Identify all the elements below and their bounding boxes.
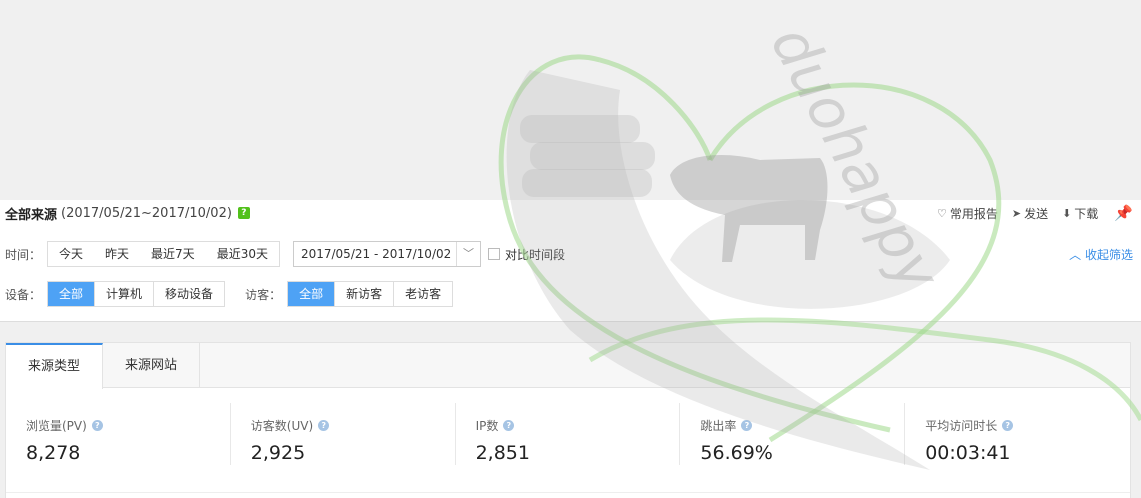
metric-pv: 浏览量(PV)? 8,278 xyxy=(6,403,231,465)
visitor-options: 全部 新访客 老访客 xyxy=(287,281,454,307)
metric-value: 8,278 xyxy=(26,442,81,464)
metric-value: 00:03:41 xyxy=(925,442,1011,464)
visitor-option-new[interactable]: 新访客 xyxy=(334,282,394,306)
title-row: 全部来源 (2017/05/21~2017/10/02) ? xyxy=(5,204,250,223)
filter-panel: 全部来源 (2017/05/21~2017/10/02) ? ♡ 常用报告 ➤ 发送… xyxy=(0,200,1141,322)
time-filter-row: 时间： 今天 昨天 最近7天 最近30天 2017/05/21 - 2017/1… xyxy=(5,241,565,267)
chevron-up-icon: ︿ xyxy=(1069,248,1082,262)
pin-icon[interactable]: 📌 xyxy=(1114,204,1133,222)
send-button[interactable]: ➤ 发送 xyxy=(1012,205,1048,222)
time-option-yesterday[interactable]: 昨天 xyxy=(94,242,141,266)
header-actions: ♡ 常用报告 ➤ 发送 ⬇ 下载 📌 xyxy=(923,204,1133,222)
device-option-all[interactable]: 全部 xyxy=(48,282,95,306)
main-panel: 来源类型 来源网站 浏览量(PV)? 8,278 访客数(UV)? 2,925 … xyxy=(5,342,1131,498)
download-button[interactable]: ⬇ 下载 xyxy=(1062,205,1098,222)
device-label: 设备： xyxy=(5,287,42,302)
help-icon[interactable]: ? xyxy=(741,420,753,431)
metrics-row: 浏览量(PV)? 8,278 访客数(UV)? 2,925 IP数? 2,851… xyxy=(6,403,1130,465)
visitor-option-all[interactable]: 全部 xyxy=(288,282,335,306)
metric-label: IP数 xyxy=(475,419,499,433)
send-icon: ➤ xyxy=(1011,206,1022,220)
device-visitor-row: 设备： 全部 计算机 移动设备 访客： 全部 新访客 老访客 xyxy=(5,281,454,307)
metric-bounce-rate: 跳出率? 56.69% xyxy=(680,403,906,465)
device-option-mobile[interactable]: 移动设备 xyxy=(153,282,225,306)
metric-value: 2,925 xyxy=(250,442,306,464)
help-icon[interactable]: ? xyxy=(503,420,515,431)
source-tabs: 来源类型 来源网站 xyxy=(6,343,1130,389)
help-icon[interactable]: ? xyxy=(237,207,250,219)
time-option-last30[interactable]: 最近30天 xyxy=(205,242,279,266)
download-icon: ⬇ xyxy=(1062,206,1072,220)
metric-label: 访客数(UV) xyxy=(250,419,314,433)
date-range-value: 2017/05/21 - 2017/10/02 xyxy=(300,247,452,261)
device-options: 全部 计算机 移动设备 xyxy=(47,281,226,307)
metric-label: 平均访问时长 xyxy=(925,419,998,433)
metric-label: 浏览量(PV) xyxy=(26,419,87,433)
time-option-today[interactable]: 今天 xyxy=(48,242,95,266)
divider xyxy=(6,492,1130,493)
collapse-filter-button[interactable]: ︿ 收起筛选 xyxy=(1069,246,1133,263)
help-icon[interactable]: ? xyxy=(318,420,330,431)
tab-source-type[interactable]: 来源类型 xyxy=(6,343,103,389)
device-option-computer[interactable]: 计算机 xyxy=(94,282,154,306)
metric-value: 56.69% xyxy=(700,442,773,464)
help-icon[interactable]: ? xyxy=(91,420,103,431)
visitor-option-returning[interactable]: 老访客 xyxy=(393,282,453,306)
top-blank-area xyxy=(0,0,1141,200)
heart-icon: ♡ xyxy=(936,206,947,220)
time-quick-options: 今天 昨天 最近7天 最近30天 xyxy=(47,241,280,267)
metric-avg-duration: 平均访问时长? 00:03:41 xyxy=(905,403,1130,465)
compare-label: 对比时间段 xyxy=(504,247,565,262)
tab-source-site[interactable]: 来源网站 xyxy=(103,343,200,388)
page-title: 全部来源 xyxy=(5,207,58,223)
time-label: 时间： xyxy=(5,247,42,262)
metric-label: 跳出率 xyxy=(700,419,737,433)
common-report-button[interactable]: ♡ 常用报告 xyxy=(937,205,998,222)
visitor-label: 访客： xyxy=(245,287,282,302)
date-range-text: (2017/05/21~2017/10/02) xyxy=(61,205,232,221)
compare-checkbox[interactable] xyxy=(487,248,500,260)
time-option-last7[interactable]: 最近7天 xyxy=(140,242,206,266)
chevron-down-icon[interactable]: ﹀ xyxy=(455,242,480,266)
help-icon[interactable]: ? xyxy=(1002,420,1014,431)
date-range-picker[interactable]: 2017/05/21 - 2017/10/02 ﹀ xyxy=(292,241,481,267)
metric-uv: 访客数(UV)? 2,925 xyxy=(231,403,456,465)
metric-ip: IP数? 2,851 xyxy=(456,403,681,465)
metric-value: 2,851 xyxy=(475,442,530,464)
